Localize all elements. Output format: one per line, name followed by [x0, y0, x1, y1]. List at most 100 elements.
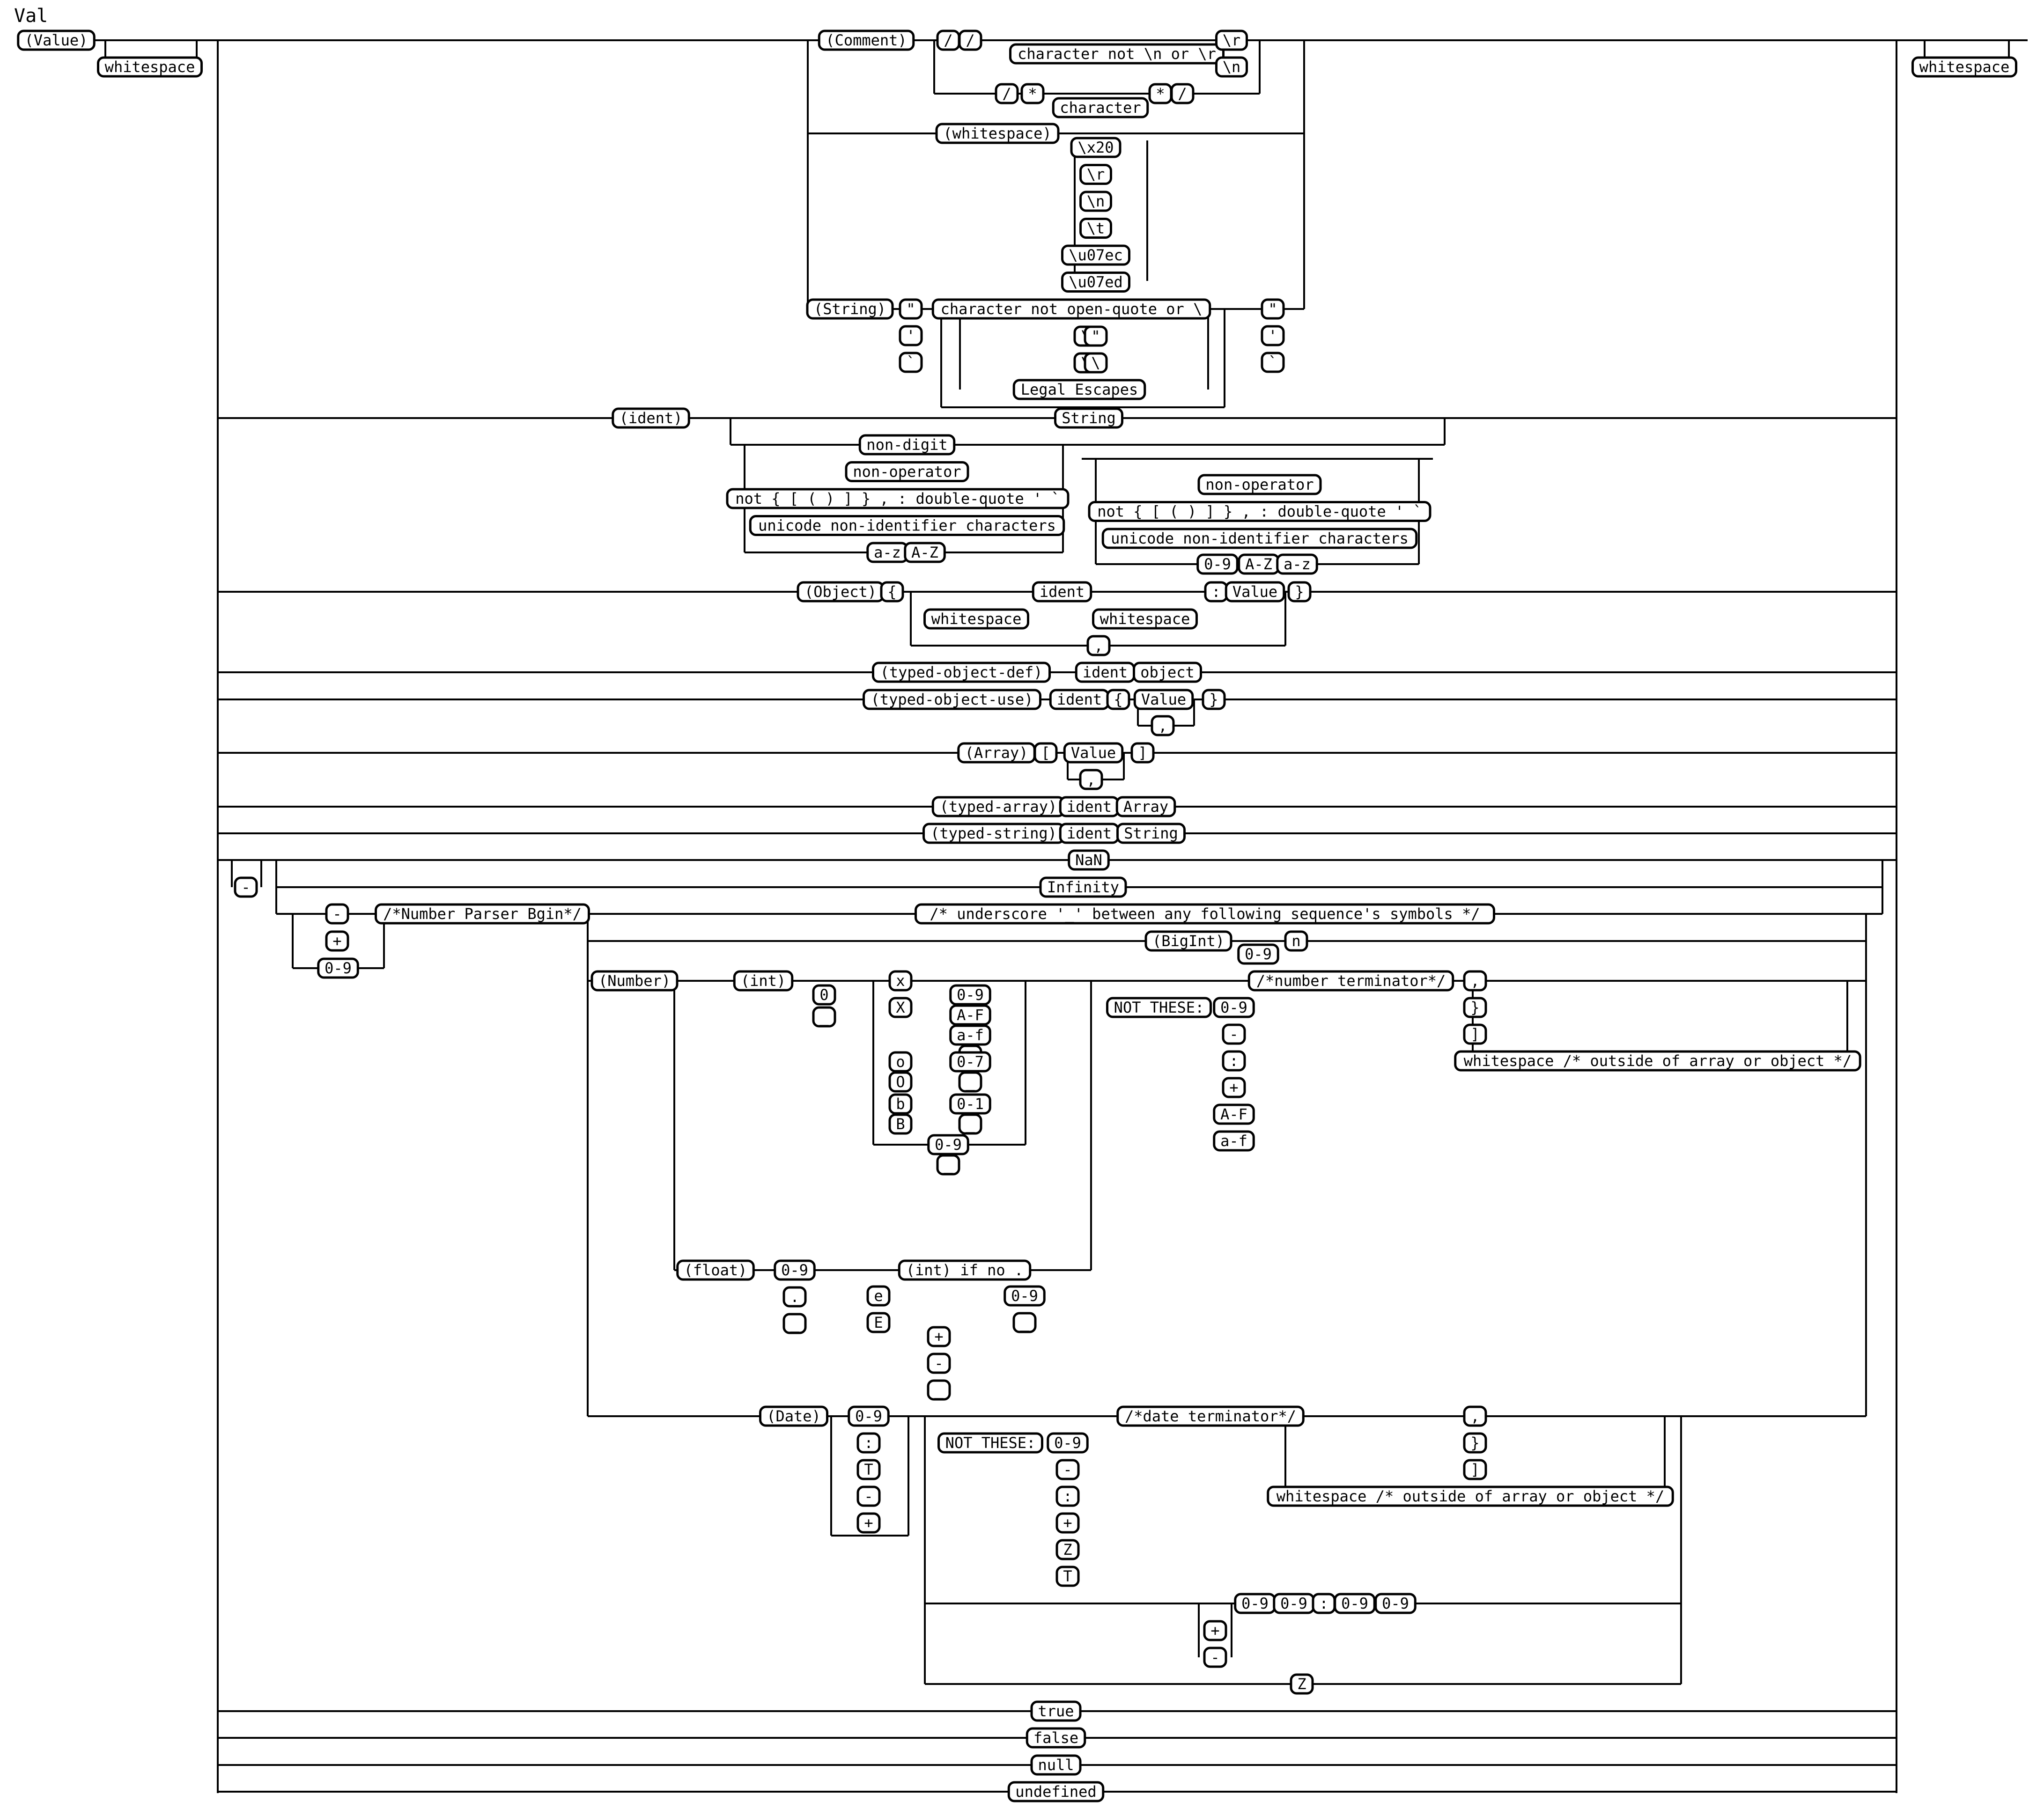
string-node: String: [1116, 823, 1186, 844]
node-label: character not \n or \r: [1018, 45, 1216, 63]
backslash-node: \: [1084, 352, 1108, 374]
terminator-choice-node: ]: [1463, 1023, 1487, 1045]
node-label: x: [896, 972, 905, 990]
node-label: (Comment): [826, 31, 907, 49]
node-label: /*number terminator*/: [1256, 972, 1446, 990]
whitespace-char-node: \n: [1079, 191, 1112, 212]
binary-digit-node: _: [958, 1113, 982, 1135]
binary-prefix-node: b: [888, 1093, 913, 1115]
string-char-node: character not open-quote or \: [931, 298, 1211, 320]
exp-node: e: [866, 1285, 891, 1307]
literal-node: undefined: [1007, 1781, 1105, 1802]
string-label-node: (String): [806, 298, 894, 320]
nodes: (Value) whitespace whitespace (Comment) / / ch…: [17, 29, 2017, 1802]
node-label: (ident): [620, 409, 683, 427]
node-label: (typed-object-use): [871, 691, 1033, 708]
node-label: E: [874, 1314, 883, 1331]
parser-begin-node: /*Number Parser Bgin*/: [375, 903, 590, 925]
mantissa-node: .: [782, 1286, 807, 1308]
node-label: -: [1229, 1025, 1238, 1043]
node-label: unicode non-identifier characters: [1111, 529, 1409, 547]
node-label: \u07ed: [1069, 273, 1123, 291]
node-label: Z: [1063, 1541, 1072, 1559]
close-brace-node: }: [1287, 581, 1312, 603]
node-label: [: [1041, 744, 1050, 762]
node-label: _: [790, 1315, 799, 1332]
date-char-node: -: [856, 1485, 881, 1507]
legal-escapes-node: Legal Escapes: [1012, 379, 1146, 400]
open-quote-node: ": [899, 298, 923, 320]
diagram-title: Val: [14, 5, 48, 27]
cr-node: \r: [1215, 29, 1248, 51]
open-quote-node: `: [899, 352, 923, 373]
node-label: _: [966, 1115, 975, 1133]
ident-first-char-node: non-digit: [858, 434, 956, 456]
ident-rest-char-node: unicode non-identifier characters: [1101, 528, 1418, 549]
ident-first-char-node: not { [ ( ) ] } , : double-quote ' `: [726, 488, 1070, 509]
exp-node: E: [866, 1312, 891, 1333]
array-node: Array: [1115, 796, 1176, 817]
offset-node: 0-9: [1234, 1593, 1276, 1614]
zero-node: 0: [812, 984, 836, 1006]
literal-node: true: [1030, 1700, 1082, 1722]
number-label-node: (Number): [590, 970, 679, 992]
colon-node: :: [1204, 581, 1228, 603]
node-label: 0-9: [781, 1261, 808, 1279]
node-label: :: [1063, 1487, 1072, 1505]
node-label: 0-9: [1011, 1287, 1038, 1305]
node-label: ]: [1470, 1025, 1479, 1043]
zulu-node: Z: [1290, 1673, 1314, 1695]
close-brace-node: }: [1202, 689, 1226, 710]
slash-node: /: [995, 83, 1019, 104]
open-bracket-node: [: [1033, 742, 1058, 764]
node-label: }: [1470, 999, 1479, 1016]
node-label: ident: [1083, 663, 1128, 681]
ident-node: ident: [1075, 662, 1136, 683]
sign-plus-node: +: [325, 930, 349, 952]
object-label-node: (Object): [797, 581, 885, 603]
node-label: }: [1295, 583, 1304, 601]
node-label: NaN: [1075, 851, 1102, 869]
not-these-char-node: +: [1055, 1512, 1080, 1534]
terminator-choice-node: whitespace /* outside of array or object…: [1454, 1050, 1861, 1072]
ident-rest-char-node: not { [ ( ) ] } , : double-quote ' `: [1088, 501, 1432, 522]
node-label: }: [1209, 691, 1218, 708]
node-label: T: [1063, 1567, 1072, 1585]
octal-digit-node: 0-7: [949, 1051, 991, 1073]
whitespace-char-node: \r: [1079, 164, 1112, 185]
node-label: 0-1: [957, 1095, 984, 1113]
node-label: _: [819, 1008, 829, 1026]
node-label: String: [1062, 409, 1116, 427]
node-label: a-f: [957, 1026, 984, 1044]
node-label: ident: [1067, 824, 1112, 842]
object-node: object: [1133, 662, 1202, 683]
octal-digit-node: _: [958, 1071, 982, 1093]
close-quote-node: `: [1261, 352, 1285, 373]
not-these-char-node: -: [1222, 1023, 1246, 1045]
node-label: undefined: [1015, 1783, 1096, 1801]
comma-node: ,: [1151, 715, 1175, 736]
node-label: -: [241, 878, 250, 896]
hex-prefix-node: X: [888, 997, 913, 1018]
open-brace-node: {: [880, 581, 904, 603]
node-label: (BigInt): [1152, 932, 1225, 950]
node-label: ,: [1470, 1407, 1479, 1425]
ident-node: ident: [1059, 823, 1120, 844]
node-label: -: [1063, 1461, 1072, 1478]
infinity-node: Infinity: [1039, 876, 1127, 898]
node-label: whitespace /* outside of array or object…: [1277, 1487, 1664, 1505]
node-label: Value: [1071, 744, 1116, 762]
node-label: A-Z: [1245, 555, 1272, 573]
node-label: ,: [1086, 771, 1095, 788]
node-label: Infinity: [1047, 878, 1119, 896]
typed-array-label-node: (typed-array): [931, 796, 1065, 817]
node-label: a-f: [1220, 1132, 1247, 1150]
date-label-node: (Date): [759, 1405, 828, 1427]
star-node: *: [1148, 83, 1173, 104]
node-label: 0-9: [1382, 1595, 1409, 1612]
node-label: ident: [1067, 798, 1112, 816]
line-comment-char-node: character not \n or \r: [1009, 43, 1225, 65]
node-label: \x20: [1077, 139, 1114, 156]
node-label: ,: [1158, 717, 1167, 735]
value-node: Value: [1225, 581, 1285, 603]
